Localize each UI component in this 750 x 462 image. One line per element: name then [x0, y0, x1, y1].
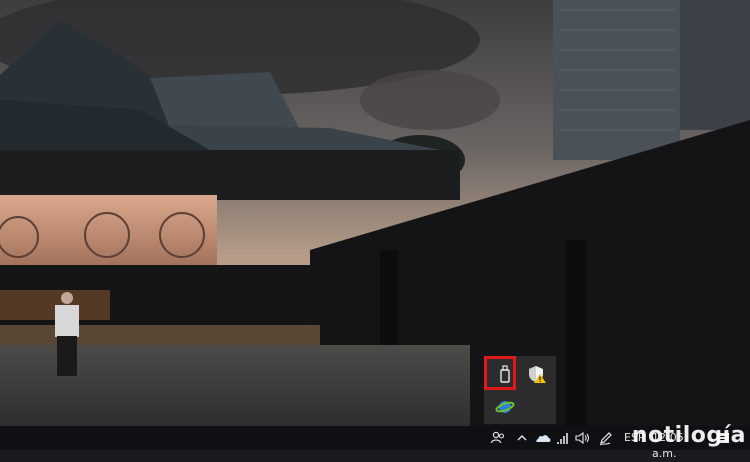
show-hidden-chevron-icon[interactable] — [516, 430, 528, 446]
watermark-text: notilogía — [631, 423, 746, 448]
pen-icon[interactable] — [598, 430, 614, 446]
volume-icon[interactable] — [574, 430, 590, 446]
network-globe-icon[interactable] — [495, 397, 515, 417]
onedrive-icon[interactable] — [534, 430, 552, 446]
people-icon[interactable] — [490, 430, 506, 446]
wifi-icon[interactable] — [556, 430, 570, 446]
usb-icon-highlight-box — [484, 356, 516, 390]
desktop-wallpaper — [0, 0, 750, 426]
windows-security-warning-icon[interactable] — [527, 364, 547, 384]
